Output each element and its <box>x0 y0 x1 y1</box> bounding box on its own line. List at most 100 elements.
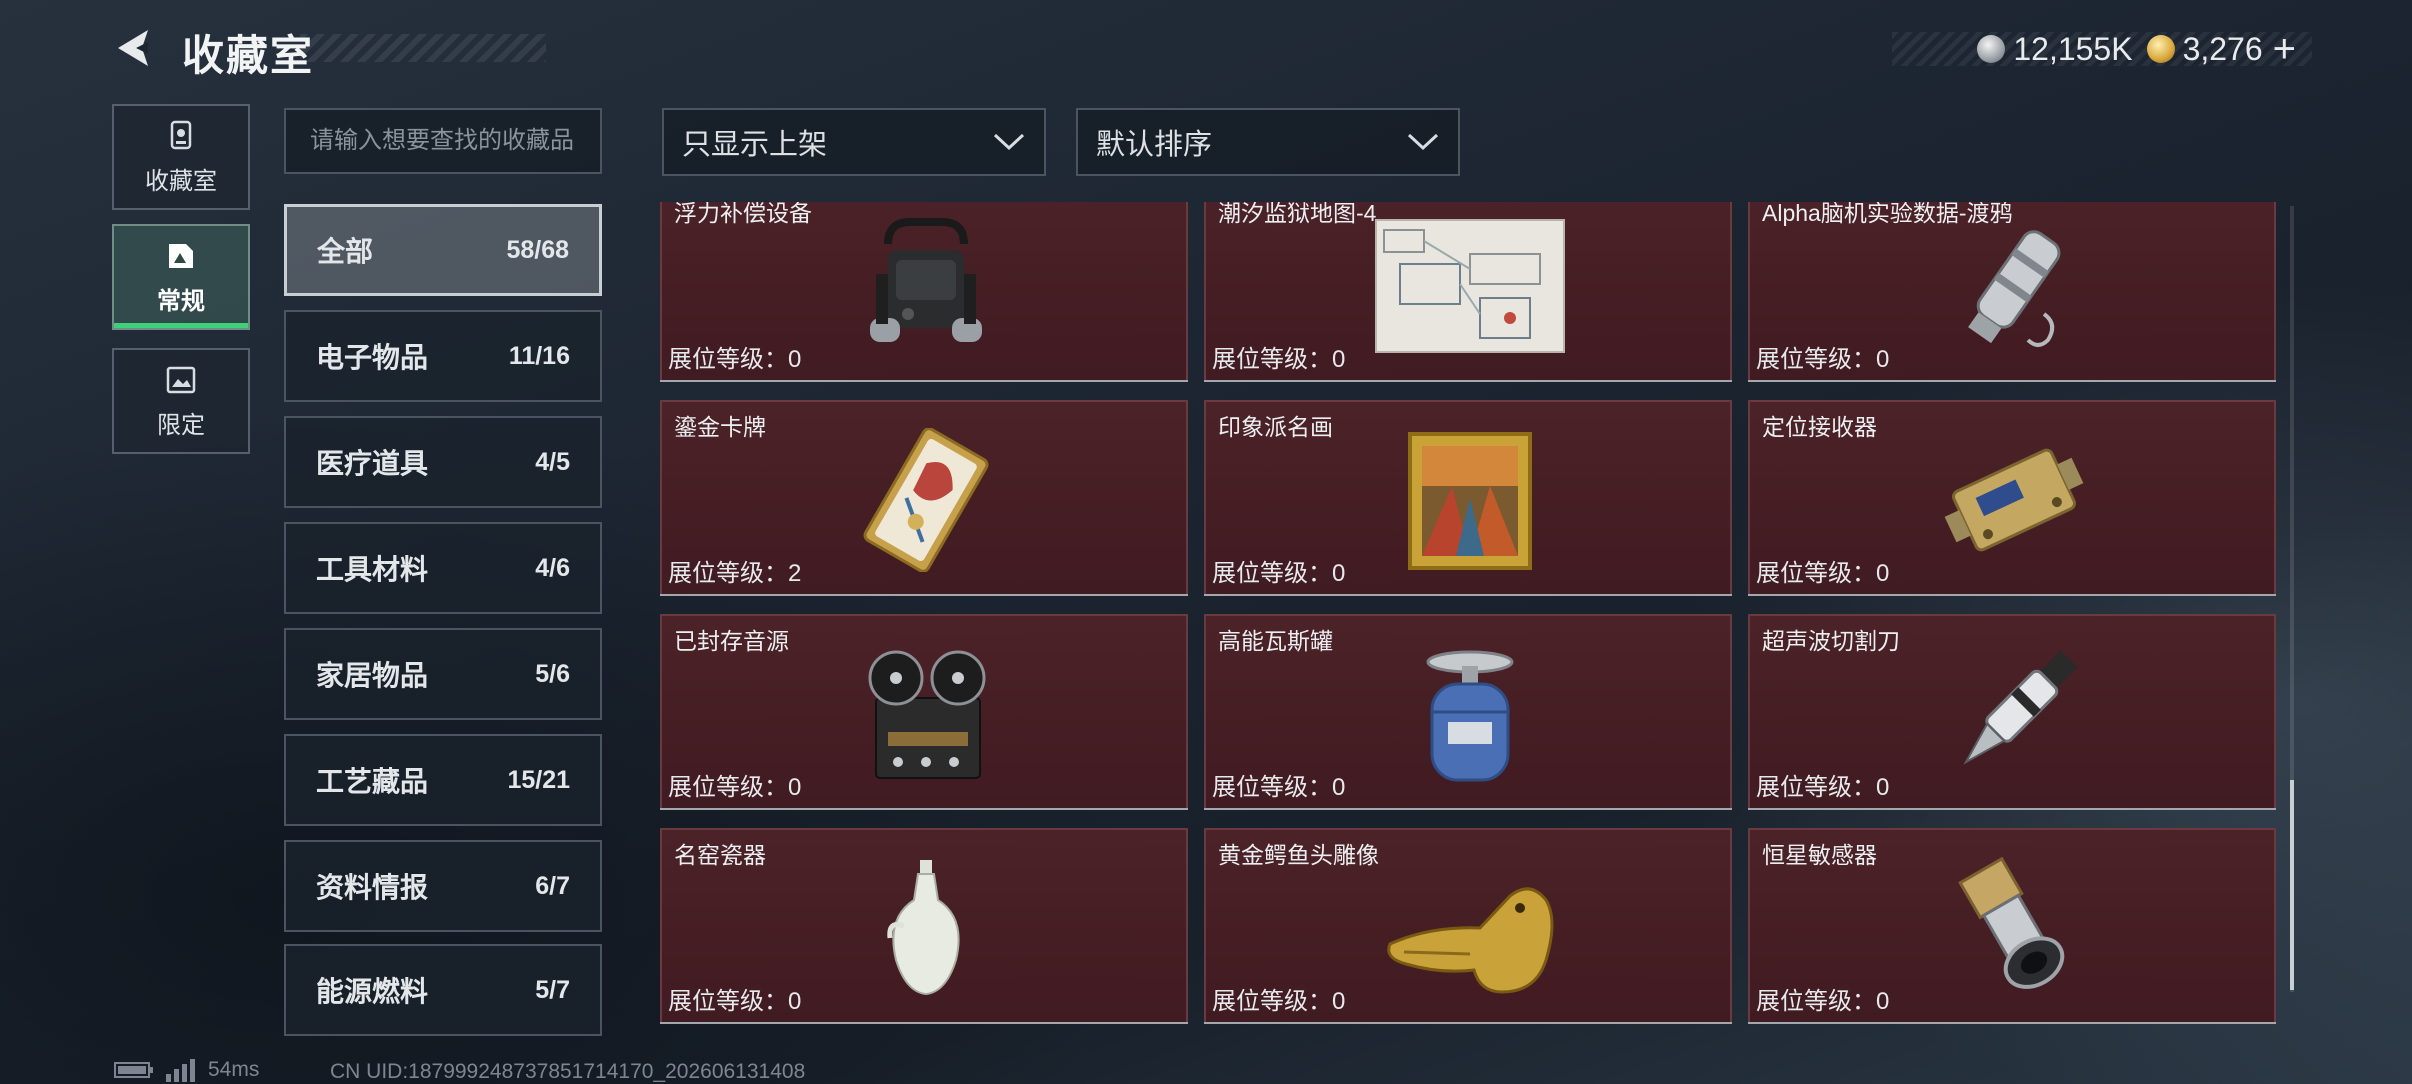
collection-item-card[interactable]: 鎏金卡牌 展位等级：2 <box>660 400 1188 596</box>
category-count: 15/21 <box>507 765 570 794</box>
listing-filter-label: 只显示上架 <box>682 129 828 161</box>
grid-scrollbar-thumb[interactable] <box>2290 780 2294 990</box>
category-name: 工具材料 <box>316 554 429 585</box>
map-icon <box>1375 219 1565 353</box>
back-arrow-icon <box>118 30 148 66</box>
item-name: Alpha脑机实验数据-渡鸦 <box>1762 202 2013 226</box>
item-name: 鎏金卡牌 <box>674 414 766 440</box>
item-display-level: 展位等级：0 <box>1212 346 1346 373</box>
item-display-level: 展位等级：0 <box>1756 988 1890 1015</box>
item-name: 浮力补偿设备 <box>674 202 812 226</box>
collection-item-card[interactable]: 浮力补偿设备 展位等级：0 <box>660 202 1188 382</box>
item-display-level: 展位等级：0 <box>1756 774 1890 801</box>
category-intel[interactable]: 资料情报 6/7 <box>284 840 602 932</box>
connection-status: 54ms <box>114 1058 259 1082</box>
battery-icon <box>114 1062 153 1078</box>
silver-currency: 12,155K <box>1977 30 2133 68</box>
category-all[interactable]: 全部 58/68 <box>284 204 602 296</box>
rail-item-label: 收藏室 <box>145 167 217 195</box>
collection-item-card[interactable]: 定位接收器 展位等级：0 <box>1748 400 2276 596</box>
category-medical[interactable]: 医疗道具 4/5 <box>284 416 602 508</box>
item-display-level: 展位等级：2 <box>668 560 802 587</box>
category-count: 4/6 <box>535 553 570 582</box>
gas-tank-icon <box>1426 650 1514 782</box>
page-title: 收藏室 <box>182 32 315 79</box>
category-name: 家居物品 <box>316 660 429 691</box>
category-household[interactable]: 家居物品 5/6 <box>284 628 602 720</box>
category-count: 4/5 <box>535 447 570 476</box>
gilded-card-icon <box>863 428 989 572</box>
category-count: 6/7 <box>535 871 570 900</box>
category-count: 58/68 <box>506 235 569 264</box>
category-electronics[interactable]: 电子物品 11/16 <box>284 310 602 402</box>
item-name: 恒星敏感器 <box>1762 842 1877 868</box>
chevron-down-icon <box>1407 133 1439 151</box>
item-display-level: 展位等级：0 <box>1756 560 1890 587</box>
item-display-level: 展位等级：0 <box>1212 988 1346 1015</box>
rail-item-label: 限定 <box>157 411 205 439</box>
gold-currency: 3,276 + <box>2146 29 2296 69</box>
collection-item-card[interactable]: 恒星敏感器 展位等级：0 <box>1748 828 2276 1024</box>
category-name: 资料情报 <box>316 872 429 903</box>
item-name: 印象派名画 <box>1218 414 1333 440</box>
rail-item-label: 常规 <box>157 287 205 315</box>
listing-filter-dropdown[interactable]: 只显示上架 <box>662 108 1046 176</box>
title-decoration <box>300 34 546 62</box>
gold-coin-icon <box>2146 35 2175 63</box>
painting-icon <box>1408 432 1532 570</box>
ultrasonic-cutter-icon <box>1963 650 2078 765</box>
item-name: 已封存音源 <box>674 628 789 654</box>
collection-item-card[interactable]: 潮汐监狱地图-4 展位等级：0 <box>1204 202 1732 382</box>
category-name: 全部 <box>317 236 374 267</box>
collection-item-card[interactable]: 高能瓦斯罐 展位等级：0 <box>1204 614 1732 810</box>
item-display-level: 展位等级：0 <box>668 346 802 373</box>
back-button[interactable] <box>112 26 156 70</box>
item-name: 定位接收器 <box>1762 414 1877 440</box>
item-display-level: 展位等级：0 <box>668 988 802 1015</box>
item-name: 名窑瓷器 <box>674 842 766 868</box>
item-display-level: 展位等级：0 <box>1212 560 1346 587</box>
search-box <box>284 108 602 174</box>
gold-crocodile-icon <box>1387 887 1554 994</box>
silver-amount: 12,155K <box>2013 30 2133 67</box>
collection-item-card[interactable]: Alpha脑机实验数据-渡鸦 展位等级：0 <box>1748 202 2276 382</box>
search-input[interactable] <box>308 126 578 156</box>
category-tools[interactable]: 工具材料 4/6 <box>284 522 602 614</box>
item-display-level: 展位等级：0 <box>1212 774 1346 801</box>
collection-item-card[interactable]: 名窑瓷器 展位等级：0 <box>660 828 1188 1024</box>
collection-item-card[interactable]: 超声波切割刀 展位等级：0 <box>1748 614 2276 810</box>
user-uid: CN UID:1879992487378517141​70_2026061314… <box>330 1060 806 1083</box>
collection-item-card[interactable]: 印象派名画 展位等级：0 <box>1204 400 1732 596</box>
category-name: 工艺藏品 <box>316 766 429 797</box>
rail-item-limited[interactable]: 限定 <box>112 348 250 454</box>
silver-coin-icon <box>1977 35 2006 63</box>
collection-item-card[interactable]: 黄金鳄鱼头雕像 展位等级：0 <box>1204 828 1732 1024</box>
item-name: 超声波切割刀 <box>1762 628 1900 654</box>
rail-item-regular[interactable]: 常规 <box>112 224 250 330</box>
chevron-down-icon <box>993 133 1025 151</box>
category-count: 5/6 <box>535 659 570 688</box>
star-sensor-icon <box>1958 856 2065 989</box>
bcd-device-icon <box>870 218 982 342</box>
sort-dropdown[interactable]: 默认排序 <box>1076 108 1460 176</box>
item-name: 黄金鳄鱼头雕像 <box>1218 842 1379 868</box>
collection-grid[interactable]: 浮力补偿设备 展位等级：0 潮汐监狱地图-4 展位等级：0 Alpha脑机实验数… <box>660 202 2280 1038</box>
add-currency-button[interactable]: + <box>2273 29 2296 69</box>
category-count: 11/16 <box>508 341 570 370</box>
reel-recorder-icon <box>868 650 986 779</box>
collection-item-card[interactable]: 已封存音源 展位等级：0 <box>660 614 1188 810</box>
trophy-icon <box>170 120 192 149</box>
category-count: 5/7 <box>535 975 570 1004</box>
photo-icon <box>169 243 193 268</box>
category-energy[interactable]: 能源燃料 5/7 <box>284 944 602 1036</box>
sort-label: 默认排序 <box>1096 129 1213 161</box>
category-name: 电子物品 <box>316 342 429 373</box>
item-name: 潮汐监狱地图-4 <box>1218 202 1377 226</box>
category-name: 能源燃料 <box>316 976 429 1007</box>
gps-receiver-icon <box>1944 448 2084 552</box>
category-crafts[interactable]: 工艺藏品 15/21 <box>284 734 602 826</box>
rail-item-collection-room[interactable]: 收藏室 <box>112 104 250 210</box>
data-canister-icon <box>1968 230 2061 347</box>
porcelain-vase-icon <box>887 860 960 996</box>
item-name: 高能瓦斯罐 <box>1218 628 1333 654</box>
